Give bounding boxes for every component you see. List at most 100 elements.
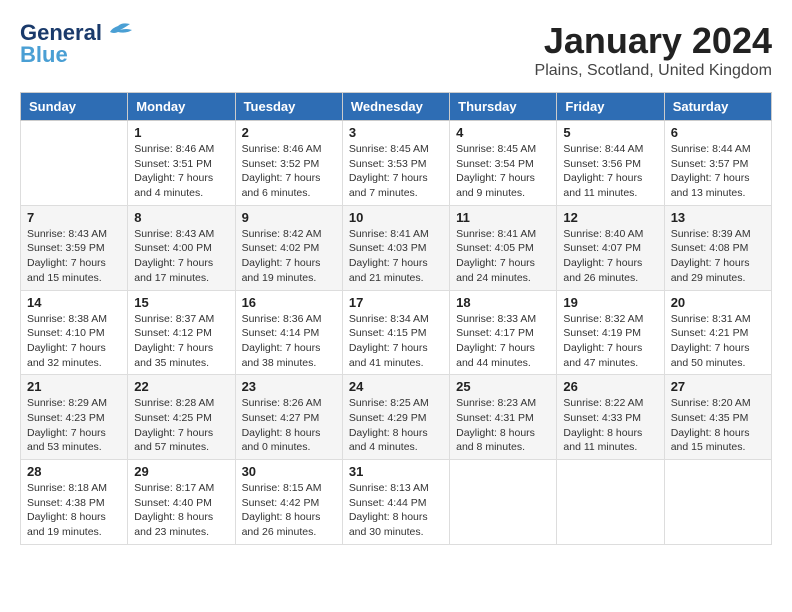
calendar-cell-w2-d3: 9 Sunrise: 8:42 AMSunset: 4:02 PMDaylight… <box>235 205 342 290</box>
day-number: 15 <box>134 295 228 310</box>
day-number: 20 <box>671 295 765 310</box>
day-info: Sunrise: 8:45 AMSunset: 3:54 PMDaylight:… <box>456 142 550 201</box>
calendar-cell-w4-d4: 24 Sunrise: 8:25 AMSunset: 4:29 PMDayligh… <box>342 375 449 460</box>
day-info: Sunrise: 8:15 AMSunset: 4:42 PMDaylight:… <box>242 481 336 540</box>
calendar-cell-w5-d6 <box>557 460 664 545</box>
day-number: 17 <box>349 295 443 310</box>
day-number: 8 <box>134 210 228 225</box>
day-info: Sunrise: 8:22 AMSunset: 4:33 PMDaylight:… <box>563 396 657 455</box>
day-number: 23 <box>242 379 336 394</box>
day-info: Sunrise: 8:43 AMSunset: 3:59 PMDaylight:… <box>27 227 121 286</box>
day-number: 22 <box>134 379 228 394</box>
calendar-cell-w2-d6: 12 Sunrise: 8:40 AMSunset: 4:07 PMDayligh… <box>557 205 664 290</box>
calendar-header-row: Sunday Monday Tuesday Wednesday Thursday… <box>21 93 772 121</box>
day-info: Sunrise: 8:34 AMSunset: 4:15 PMDaylight:… <box>349 312 443 371</box>
day-info: Sunrise: 8:41 AMSunset: 4:05 PMDaylight:… <box>456 227 550 286</box>
day-info: Sunrise: 8:32 AMSunset: 4:19 PMDaylight:… <box>563 312 657 371</box>
day-info: Sunrise: 8:42 AMSunset: 4:02 PMDaylight:… <box>242 227 336 286</box>
calendar-cell-w3-d1: 14Sunrise: 8:38 AMSunset: 4:10 PMDayligh… <box>21 290 128 375</box>
day-number: 1 <box>134 125 228 140</box>
day-number: 3 <box>349 125 443 140</box>
day-info: Sunrise: 8:23 AMSunset: 4:31 PMDaylight:… <box>456 396 550 455</box>
calendar-cell-w3-d6: 19Sunrise: 8:32 AMSunset: 4:19 PMDayligh… <box>557 290 664 375</box>
calendar-cell-w3-d2: 15 Sunrise: 8:37 AMSunset: 4:12 PMDayligh… <box>128 290 235 375</box>
day-number: 18 <box>456 295 550 310</box>
header-sunday: Sunday <box>21 93 128 121</box>
month-title: January 2024 <box>535 20 772 62</box>
calendar-cell-w1-d6: 5 Sunrise: 8:44 AMSunset: 3:56 PMDaylight… <box>557 121 664 206</box>
day-number: 11 <box>456 210 550 225</box>
week-row-5: 28 Sunrise: 8:18 AMSunset: 4:38 PMDayligh… <box>21 460 772 545</box>
calendar-cell-w4-d7: 27Sunrise: 8:20 AMSunset: 4:35 PMDayligh… <box>664 375 771 460</box>
calendar-cell-w1-d1 <box>21 121 128 206</box>
calendar-cell-w5-d7 <box>664 460 771 545</box>
calendar-cell-w4-d6: 26 Sunrise: 8:22 AMSunset: 4:33 PMDayligh… <box>557 375 664 460</box>
day-info: Sunrise: 8:26 AMSunset: 4:27 PMDaylight:… <box>242 396 336 455</box>
day-info: Sunrise: 8:18 AMSunset: 4:38 PMDaylight:… <box>27 481 121 540</box>
day-number: 30 <box>242 464 336 479</box>
header-wednesday: Wednesday <box>342 93 449 121</box>
day-info: Sunrise: 8:45 AMSunset: 3:53 PMDaylight:… <box>349 142 443 201</box>
calendar-cell-w4-d2: 22 Sunrise: 8:28 AMSunset: 4:25 PMDayligh… <box>128 375 235 460</box>
day-number: 24 <box>349 379 443 394</box>
day-number: 4 <box>456 125 550 140</box>
day-info: Sunrise: 8:41 AMSunset: 4:03 PMDaylight:… <box>349 227 443 286</box>
calendar-cell-w5-d2: 29 Sunrise: 8:17 AMSunset: 4:40 PMDayligh… <box>128 460 235 545</box>
calendar-cell-w3-d5: 18 Sunrise: 8:33 AMSunset: 4:17 PMDayligh… <box>450 290 557 375</box>
day-info: Sunrise: 8:44 AMSunset: 3:56 PMDaylight:… <box>563 142 657 201</box>
week-row-2: 7 Sunrise: 8:43 AMSunset: 3:59 PMDaylight… <box>21 205 772 290</box>
calendar-cell-w1-d3: 2 Sunrise: 8:46 AMSunset: 3:52 PMDaylight… <box>235 121 342 206</box>
day-info: Sunrise: 8:37 AMSunset: 4:12 PMDaylight:… <box>134 312 228 371</box>
day-info: Sunrise: 8:44 AMSunset: 3:57 PMDaylight:… <box>671 142 765 201</box>
calendar-table: Sunday Monday Tuesday Wednesday Thursday… <box>20 92 772 545</box>
calendar-cell-w5-d3: 30 Sunrise: 8:15 AMSunset: 4:42 PMDayligh… <box>235 460 342 545</box>
day-info: Sunrise: 8:25 AMSunset: 4:29 PMDaylight:… <box>349 396 443 455</box>
day-number: 5 <box>563 125 657 140</box>
logo-blue: Blue <box>20 42 68 68</box>
day-number: 27 <box>671 379 765 394</box>
calendar-cell-w2-d4: 10 Sunrise: 8:41 AMSunset: 4:03 PMDayligh… <box>342 205 449 290</box>
day-number: 2 <box>242 125 336 140</box>
page-header: General Blue January 2024 Plains, Scotla… <box>20 20 772 80</box>
day-number: 9 <box>242 210 336 225</box>
day-info: Sunrise: 8:36 AMSunset: 4:14 PMDaylight:… <box>242 312 336 371</box>
calendar-cell-w1-d4: 3 Sunrise: 8:45 AMSunset: 3:53 PMDaylight… <box>342 121 449 206</box>
day-number: 6 <box>671 125 765 140</box>
calendar-cell-w3-d3: 16 Sunrise: 8:36 AMSunset: 4:14 PMDayligh… <box>235 290 342 375</box>
calendar-cell-w5-d5 <box>450 460 557 545</box>
day-info: Sunrise: 8:31 AMSunset: 4:21 PMDaylight:… <box>671 312 765 371</box>
day-number: 16 <box>242 295 336 310</box>
day-number: 13 <box>671 210 765 225</box>
day-number: 14 <box>27 295 121 310</box>
day-number: 28 <box>27 464 121 479</box>
day-info: Sunrise: 8:40 AMSunset: 4:07 PMDaylight:… <box>563 227 657 286</box>
day-info: Sunrise: 8:13 AMSunset: 4:44 PMDaylight:… <box>349 481 443 540</box>
calendar-cell-w1-d7: 6 Sunrise: 8:44 AMSunset: 3:57 PMDaylight… <box>664 121 771 206</box>
day-info: Sunrise: 8:39 AMSunset: 4:08 PMDaylight:… <box>671 227 765 286</box>
calendar-cell-w2-d1: 7 Sunrise: 8:43 AMSunset: 3:59 PMDaylight… <box>21 205 128 290</box>
day-info: Sunrise: 8:28 AMSunset: 4:25 PMDaylight:… <box>134 396 228 455</box>
day-number: 26 <box>563 379 657 394</box>
header-tuesday: Tuesday <box>235 93 342 121</box>
day-number: 31 <box>349 464 443 479</box>
calendar-cell-w4-d3: 23 Sunrise: 8:26 AMSunset: 4:27 PMDayligh… <box>235 375 342 460</box>
day-number: 12 <box>563 210 657 225</box>
day-number: 10 <box>349 210 443 225</box>
day-number: 7 <box>27 210 121 225</box>
day-info: Sunrise: 8:17 AMSunset: 4:40 PMDaylight:… <box>134 481 228 540</box>
day-info: Sunrise: 8:46 AMSunset: 3:52 PMDaylight:… <box>242 142 336 201</box>
header-saturday: Saturday <box>664 93 771 121</box>
calendar-cell-w3-d7: 20 Sunrise: 8:31 AMSunset: 4:21 PMDayligh… <box>664 290 771 375</box>
day-info: Sunrise: 8:46 AMSunset: 3:51 PMDaylight:… <box>134 142 228 201</box>
week-row-4: 21Sunrise: 8:29 AMSunset: 4:23 PMDayligh… <box>21 375 772 460</box>
title-section: January 2024 Plains, Scotland, United Ki… <box>535 20 772 80</box>
day-info: Sunrise: 8:33 AMSunset: 4:17 PMDaylight:… <box>456 312 550 371</box>
day-info: Sunrise: 8:43 AMSunset: 4:00 PMDaylight:… <box>134 227 228 286</box>
header-monday: Monday <box>128 93 235 121</box>
calendar-cell-w2-d5: 11 Sunrise: 8:41 AMSunset: 4:05 PMDayligh… <box>450 205 557 290</box>
calendar-cell-w1-d5: 4 Sunrise: 8:45 AMSunset: 3:54 PMDaylight… <box>450 121 557 206</box>
day-number: 29 <box>134 464 228 479</box>
header-friday: Friday <box>557 93 664 121</box>
week-row-1: 1 Sunrise: 8:46 AMSunset: 3:51 PMDaylight… <box>21 121 772 206</box>
logo-bird-icon <box>102 22 134 44</box>
